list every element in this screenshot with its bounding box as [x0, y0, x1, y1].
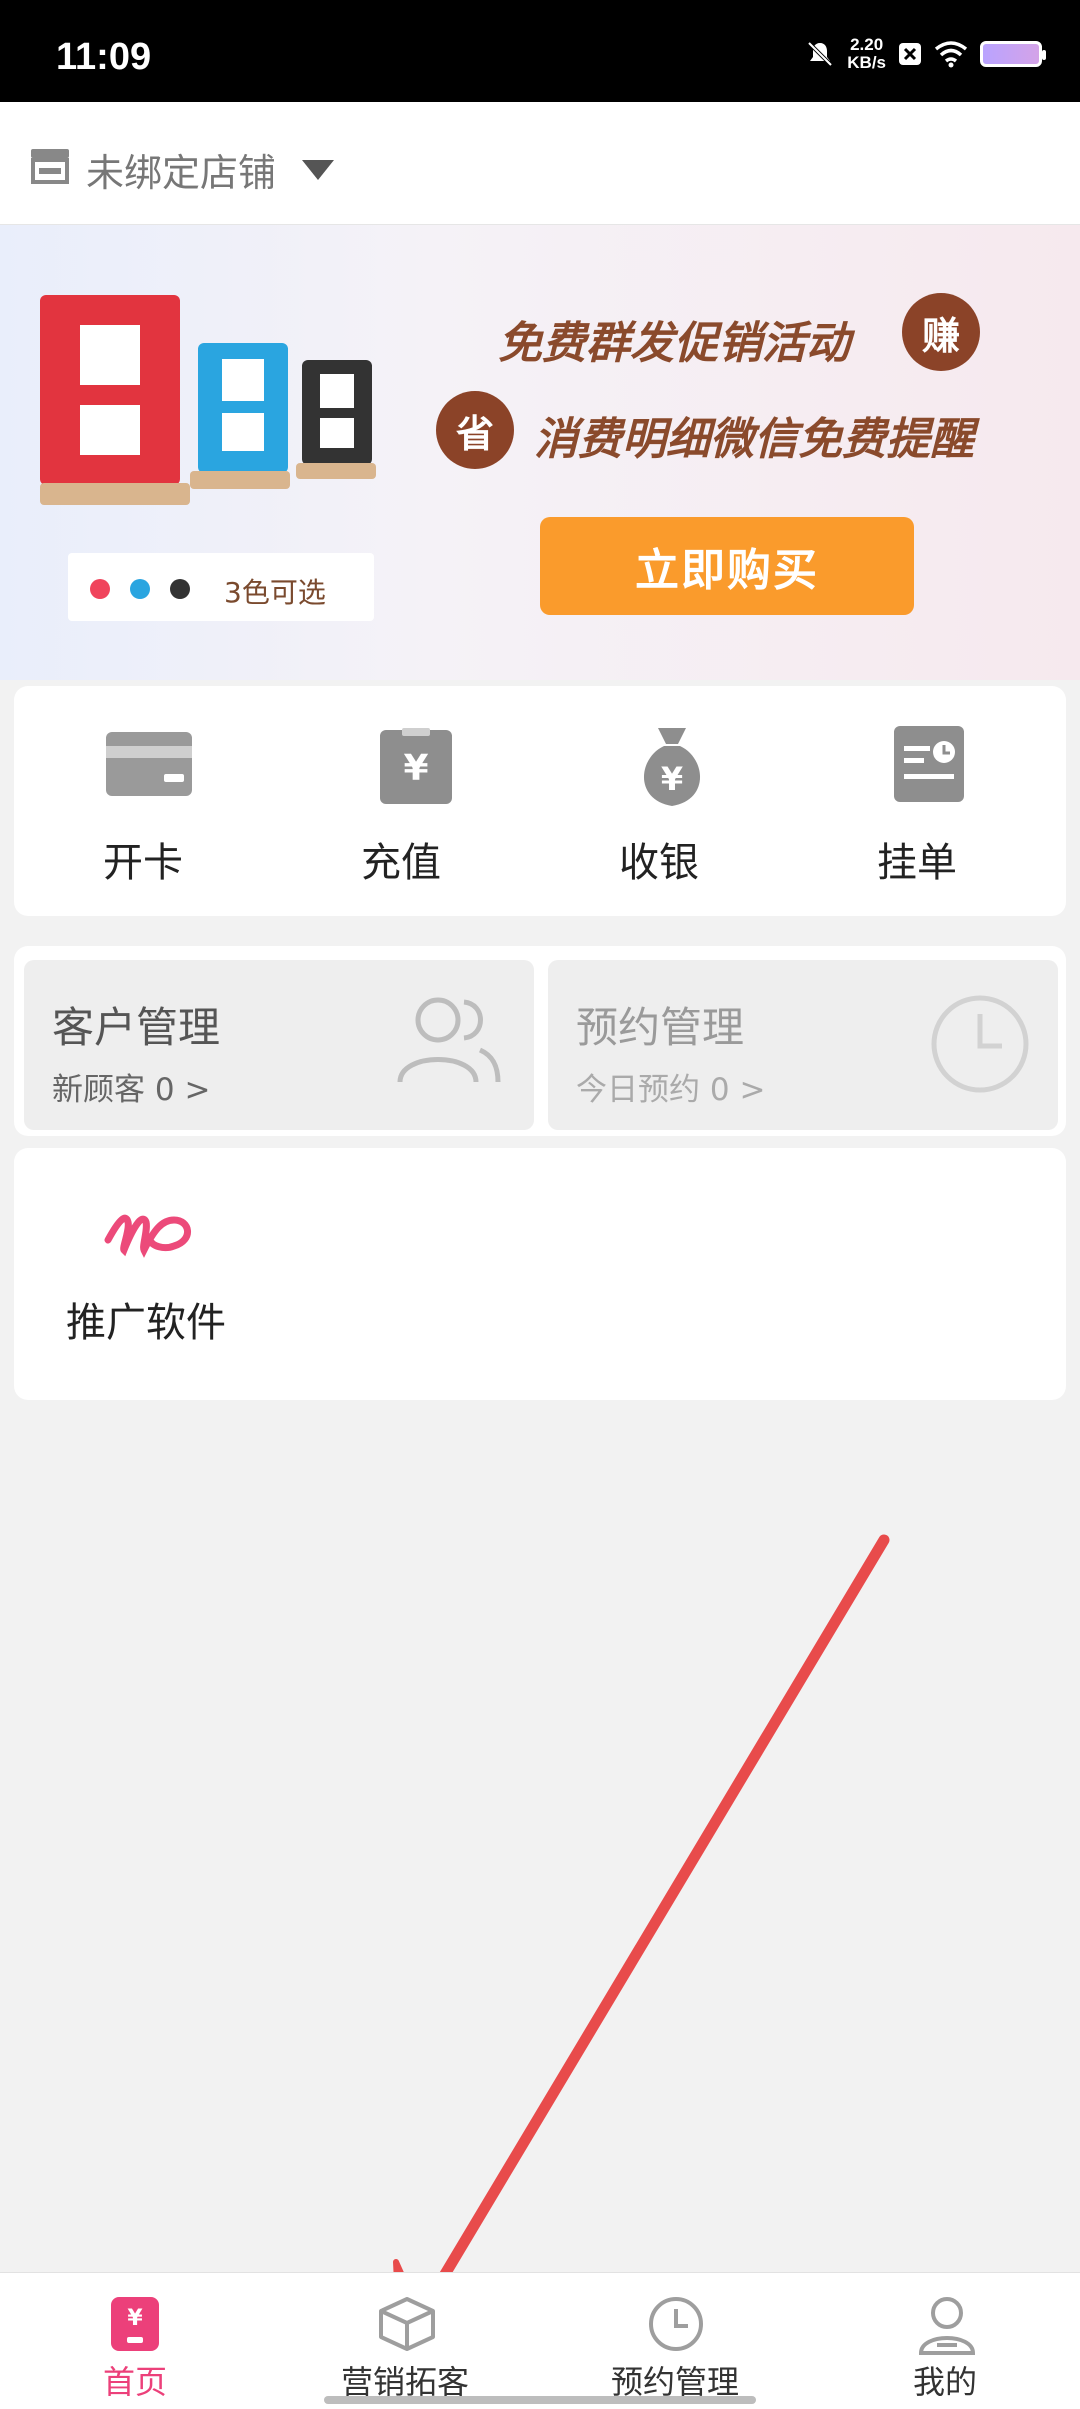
customer-management-card[interactable]: 客户管理 新顾客 0 >	[24, 960, 534, 1130]
mute-bell-icon	[807, 41, 833, 67]
new-customer-count: 0	[154, 1072, 175, 1108]
tab-mine[interactable]: 我的	[810, 2273, 1080, 2409]
svg-text:¥: ¥	[661, 760, 683, 798]
quick-action-label: 挂单	[877, 840, 957, 886]
quick-action-recharge[interactable]: ¥ 充值	[272, 686, 530, 916]
clock-icon	[649, 2297, 703, 2351]
blue-stand-image	[198, 343, 288, 473]
money-bag-icon: ¥	[643, 728, 701, 806]
black-stand-image	[302, 360, 372, 465]
color-dot-blue	[130, 579, 150, 599]
promo-software-section: 推广软件	[14, 1148, 1066, 1400]
md-logo-icon[interactable]	[102, 1200, 198, 1262]
new-customer-line: 新顾客 0 >	[52, 1064, 210, 1109]
today-booking-line: 今日预约 0 >	[576, 1064, 765, 1109]
tab-home[interactable]: ¥ 首页	[0, 2273, 270, 2409]
quick-action-open-card[interactable]: 开卡	[14, 686, 272, 916]
shop-icon	[31, 149, 69, 184]
color-options-label: 3色可选	[224, 576, 326, 609]
management-section: 客户管理 新顾客 0 > 预约管理 今日预约 0 >	[14, 946, 1066, 1136]
today-booking-label: 今日预约	[576, 1072, 700, 1108]
color-options: 3色可选	[68, 553, 374, 621]
promo-line-2: 消费明细微信免费提醒	[534, 414, 974, 465]
home-indicator[interactable]	[324, 2396, 756, 2404]
save-badge: 省	[436, 391, 514, 469]
users-icon	[397, 997, 501, 1083]
quick-action-pending-order[interactable]: 挂单	[788, 686, 1046, 916]
quick-action-label: 收银	[619, 840, 699, 886]
status-icons: 2.20 KB/s	[805, 30, 1046, 78]
buy-now-button[interactable]: 立即购买	[540, 517, 914, 615]
tab-booking[interactable]: 预约管理	[540, 2273, 810, 2409]
today-booking-count: 0	[709, 1072, 730, 1108]
net-speed-value: 2.20	[850, 35, 884, 54]
quick-actions: 开卡 ¥ 充值 ¥ 收银 挂单	[14, 686, 1066, 916]
tab-label: 我的	[912, 2363, 977, 2401]
quick-action-label: 充值	[361, 840, 441, 886]
blue-stand-base	[190, 471, 290, 489]
chevron-right-icon: >	[739, 1072, 766, 1108]
color-dot-red	[90, 579, 110, 599]
card-icon	[106, 732, 192, 796]
promo-banner[interactable]: 3色可选 免费群发促销活动 赚 省 消费明细微信免费提醒 立即购买	[0, 225, 1080, 680]
booking-management-card[interactable]: 预约管理 今日预约 0 >	[548, 960, 1058, 1130]
clock-icon	[931, 995, 1029, 1093]
svg-text:¥: ¥	[403, 748, 428, 789]
red-stand-image	[40, 295, 180, 485]
bottom-nav: ¥ 首页 营销拓客 预约管理 我的	[0, 2272, 1080, 2409]
new-customer-label: 新顾客	[52, 1072, 145, 1108]
tab-label: 首页	[102, 2363, 167, 2401]
user-icon	[918, 2297, 976, 2355]
battery-icon	[980, 41, 1046, 67]
black-stand-base	[296, 463, 376, 479]
svg-text:¥: ¥	[127, 2306, 143, 2331]
net-speed: 2.20 KB/s	[847, 36, 886, 72]
quick-action-cashier[interactable]: ¥ 收银	[530, 686, 788, 916]
home-phone-icon: ¥	[111, 2297, 159, 2351]
box-icon	[379, 2297, 435, 2351]
yuan-recharge-icon: ¥	[380, 728, 452, 804]
pending-order-icon	[894, 726, 964, 802]
close-box-icon	[899, 43, 921, 65]
status-bar: 11:09 2.20 KB/s	[0, 0, 1080, 102]
wifi-icon	[934, 41, 968, 68]
earn-badge: 赚	[902, 293, 980, 371]
booking-management-title: 预约管理	[576, 1003, 745, 1052]
store-name[interactable]: 未绑定店铺	[86, 142, 276, 197]
store-header[interactable]: 未绑定店铺	[0, 102, 1080, 225]
chevron-right-icon: >	[184, 1072, 211, 1108]
color-dot-black	[170, 579, 190, 599]
net-speed-unit: KB/s	[847, 53, 886, 72]
red-stand-base	[40, 483, 190, 505]
caret-down-icon[interactable]	[300, 158, 336, 182]
customer-management-title: 客户管理	[52, 1003, 221, 1052]
tab-marketing[interactable]: 营销拓客	[270, 2273, 540, 2409]
promo-line-1: 免费群发促销活动	[498, 318, 850, 369]
quick-action-label: 开卡	[103, 840, 183, 886]
promo-software-label[interactable]: 推广软件	[66, 1290, 226, 1348]
status-time: 11:09	[56, 36, 152, 78]
